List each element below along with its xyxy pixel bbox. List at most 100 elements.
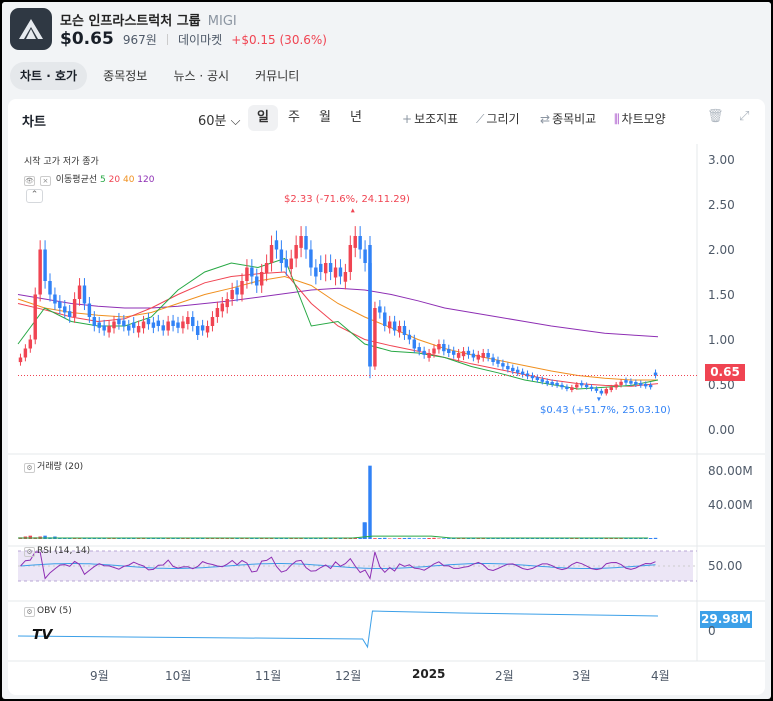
candle-body [151,322,156,328]
volume-bar [511,538,515,539]
price-tick: 2.00 [708,243,735,257]
candle-body [491,357,495,362]
price-tick: 3.00 [708,153,735,167]
candle-body [186,317,190,325]
volume-bar [407,537,412,539]
volume-tick: 80.00M [708,464,753,478]
low-annotation: $0.43 (+51.7%, 25.03.10) [540,405,671,416]
tab-chart[interactable]: 차트 · 호가 [10,62,88,90]
logo-mountain-icon [19,19,43,39]
volume-legend: ⚙︎ 거래량 (20) [24,459,83,473]
volume-bar [314,538,318,539]
candle-body [614,384,618,388]
tradingview-logo[interactable]: 𝙏𝙑 [32,627,52,643]
company-name-line: 모슨 인프라스트럭처 그룹 MIGI [60,10,237,29]
candle-body [481,353,485,358]
obv-legend: ⚙︎ OBV (5) [24,606,72,617]
candle-body [515,369,520,373]
candle-body [476,354,481,360]
candle-body [67,311,72,317]
volume-bar [461,538,466,539]
volume-bar [402,538,407,539]
candle-body [422,350,426,355]
volume-bar [392,538,397,539]
obv-line [17,610,659,649]
candle-body [161,325,165,331]
candle-body [451,350,456,355]
company-logo [10,8,52,50]
candle-body [319,263,323,272]
x-tick: 9월 [90,669,109,683]
volume-bar [648,538,653,539]
candle-body [18,357,23,363]
price-tick: 2.50 [708,198,735,212]
settings-icon[interactable]: ⚙︎ [24,547,35,557]
volume-bar [427,538,431,539]
tab-community[interactable]: 커뮤니티 [245,62,309,90]
candle-body [589,386,594,389]
volume-bar [442,538,446,539]
candle-body [53,294,57,304]
candle-body [176,322,180,328]
candle-body [437,344,441,350]
candle-body [520,371,525,375]
market-source: 데이마켓 [178,33,223,47]
candle-body [245,267,249,281]
candle-body [535,377,540,380]
candle-body [107,326,111,333]
candle-body [141,321,146,329]
price-chart[interactable]: ▴▾ [8,99,765,695]
candle-body [323,263,328,274]
candle-body [279,249,284,263]
volume-bar [378,538,382,539]
volume-bar [338,538,343,539]
volume-bar [417,538,421,539]
candle-body [570,387,574,391]
current-price-badge: 0.65 [705,364,745,381]
x-tick: 4월 [651,669,670,683]
candle-body [289,258,293,270]
candle-body [250,267,254,277]
settings-icon[interactable]: ⚙︎ [24,463,35,473]
candle-body [599,390,604,394]
candle-body [23,348,28,358]
candle-body [225,299,229,308]
candle-body [220,303,225,312]
candle-body [328,263,333,272]
candle-body [269,245,274,263]
candle-body [230,290,234,299]
candle-body [112,321,116,329]
candle-body [77,285,82,299]
candle-body [402,326,407,335]
tab-stock-info[interactable]: 종목정보 [93,62,157,90]
volume-bar [67,538,72,539]
candle-body [171,320,175,326]
x-tick-year: 2025 [412,667,446,681]
candle-body [304,236,308,250]
candle-body [284,259,289,268]
screen: 모슨 인프라스트럭처 그룹 MIGI $0.65 967원 데이마켓 +$0.1… [0,0,773,701]
price-tick: 0.00 [708,423,735,437]
obv-legend-label: OBV (5) [37,606,72,616]
volume-bar [387,538,392,539]
candle-body [619,381,623,385]
candle-body [579,382,584,386]
obv-tick: 0 [708,624,716,638]
volume-bar [535,538,540,539]
volume-bar [560,538,564,539]
x-tick: 10월 [165,669,192,683]
tab-news[interactable]: 뉴스 · 공시 [163,62,239,90]
candle-body [259,272,264,286]
low-marker: ▾ [597,395,601,404]
volume-bar [422,538,426,539]
volume-bar [358,537,362,539]
volume-bar [412,538,417,539]
candle-body [122,320,126,326]
volume-bar [609,538,613,539]
volume-ma-line [18,535,649,539]
settings-icon[interactable]: ⚙︎ [24,607,35,617]
candle-body [427,353,431,358]
candle-body [496,360,500,364]
candle-body [407,334,412,340]
volume-bar [240,538,244,539]
